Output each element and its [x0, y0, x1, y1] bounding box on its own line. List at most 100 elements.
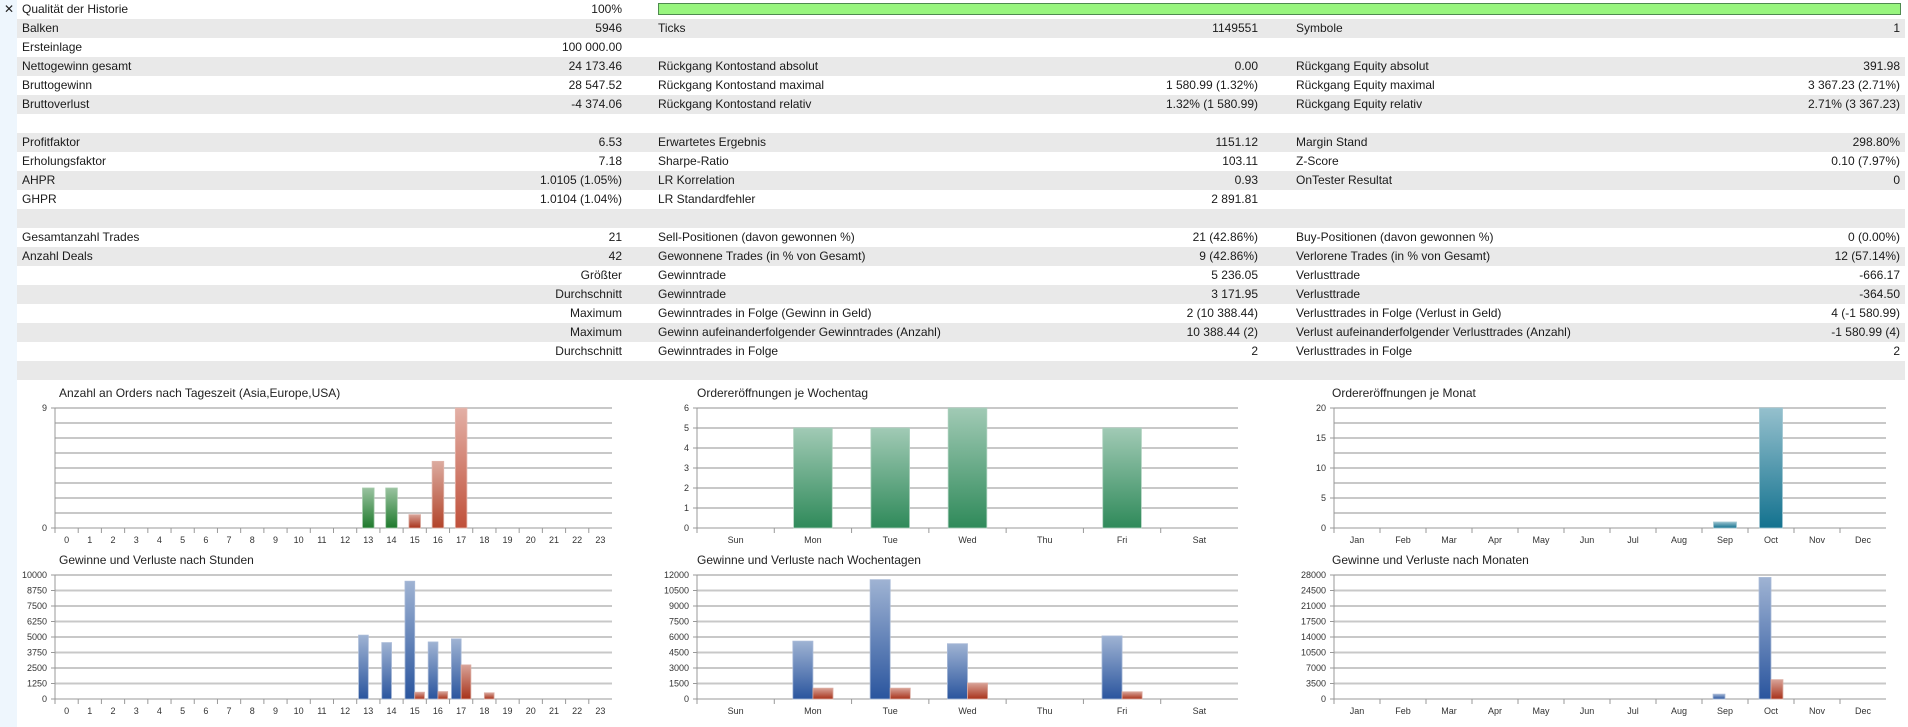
bar-Tue	[870, 427, 910, 529]
table-row: Bruttogewinn 28 547.52 Rückgang Kontostand…	[17, 76, 1905, 95]
stat-value: -1 580.99 (4)	[1831, 325, 1900, 339]
quality-value: 100%	[591, 2, 622, 16]
table-row: Bruttoverlust -4 374.06 Rückgang Kontostan…	[17, 95, 1905, 114]
stat-value: 6.53	[598, 135, 622, 149]
table-row: Maximum Gewinntrades in Folge (Gewinn in …	[17, 304, 1905, 323]
stat-label: Erwartetes Ergebnis	[658, 135, 767, 149]
x-tick-label: Sep	[1717, 535, 1733, 545]
x-tick-label: 11	[317, 535, 326, 545]
y-tick-label: 0	[42, 523, 47, 533]
bar-13	[362, 487, 375, 529]
x-tick-label: Oct	[1764, 706, 1779, 716]
stat-label: Verlusttrades in Folge (Verlust in Geld)	[1296, 306, 1502, 320]
chart-2: 0 5 10 15 20 Jan Feb Mar Apr May Jun Jul Aug Sep Oct No…	[1316, 403, 1886, 548]
stat-value: 1.0105 (1.05%)	[539, 173, 622, 187]
table-row	[17, 209, 1905, 228]
stat-value: 24 173.46	[568, 59, 622, 73]
stat-value: 7.18	[598, 154, 622, 168]
stat-label: Erholungsfaktor	[22, 154, 107, 168]
x-tick-label: 12	[340, 706, 350, 716]
bar-15-loss	[414, 691, 425, 700]
stat-label: LR Korrelation	[658, 173, 735, 187]
x-tick-label: Fri	[1117, 535, 1128, 545]
stat-value: 42	[608, 249, 622, 263]
stat-label: Gewinntrade	[658, 268, 727, 282]
y-tick-label: 4500	[669, 648, 689, 658]
chart-5: 0 3500 7000 10500 14000 17500 21000 24500 28000 J…	[1301, 570, 1886, 719]
y-tick-label: 8750	[27, 586, 47, 596]
x-tick-label: Mon	[804, 535, 822, 545]
y-tick-label: 5	[684, 423, 689, 433]
bar-14	[385, 487, 398, 529]
stat-value: 0	[1893, 173, 1900, 187]
close-x-icon[interactable]: ✕	[4, 2, 14, 17]
table-row: Gesamtanzahl Trades 21 Sell-Positionen (da…	[17, 228, 1905, 247]
bar-18-loss	[483, 692, 495, 700]
x-tick-label: 4	[157, 535, 162, 545]
table-row	[17, 114, 1905, 133]
x-tick-label: 15	[410, 535, 420, 545]
x-tick-label: Sat	[1193, 535, 1207, 545]
stat-label: Gewinntrades in Folge (Gewinn in Geld)	[658, 306, 872, 320]
stat-label: Verlusttrade	[1296, 287, 1361, 301]
y-tick-label: 3	[684, 463, 689, 473]
table-row: Balken 5946 Ticks 1149551 Symbole 1	[17, 19, 1905, 38]
x-tick-label: 7	[227, 535, 232, 545]
stat-label: Bruttoverlust	[22, 97, 90, 111]
stat-value: 1151.12	[1215, 135, 1259, 149]
bar-17-profit	[450, 638, 462, 700]
y-tick-label: 10	[1316, 463, 1326, 473]
chart-svg: 0 1500 3000 4500 6000 7500 9000 10500 12000 Sun Mo…	[664, 570, 1238, 716]
x-tick-label: 0	[64, 706, 69, 716]
stat-value: 1	[1893, 21, 1900, 35]
chart-svg: 0 5 10 15 20 Jan Feb Mar Apr May Jun Jul Aug Sep Oct No…	[1316, 403, 1886, 545]
x-tick-label: Fri	[1117, 706, 1128, 716]
x-tick-label: 13	[363, 706, 373, 716]
x-tick-label: Apr	[1488, 706, 1502, 716]
x-tick-label: Wed	[958, 535, 976, 545]
bar-Fri-profit	[1101, 635, 1123, 700]
x-tick-label: Aug	[1671, 706, 1687, 716]
stat-value: 5946	[595, 21, 622, 35]
x-tick-label: 1	[87, 706, 92, 716]
y-tick-label: 9000	[669, 601, 689, 611]
bar-Tue-loss	[889, 687, 911, 700]
y-tick-label: 7500	[27, 601, 47, 611]
bar-Fri-loss	[1121, 691, 1143, 700]
stat-value: 21 (42.86%)	[1192, 230, 1258, 244]
x-tick-label: 17	[456, 535, 466, 545]
stat-label: Verlusttrade	[1296, 268, 1361, 282]
table-row: AHPR 1.0105 (1.05%) LR Korrelation 0.93 OnTe…	[17, 171, 1905, 190]
y-tick-label: 5000	[27, 632, 47, 642]
stat-value: 10 388.44 (2)	[1186, 325, 1258, 339]
x-tick-label: Sep	[1717, 706, 1733, 716]
stat-value: 4 (-1 580.99)	[1831, 306, 1900, 320]
x-tick-label: Thu	[1037, 706, 1053, 716]
stat-label: Nettogewinn gesamt	[22, 59, 132, 73]
stat-label: Sell-Positionen (davon gewonnen %)	[658, 230, 855, 244]
stat-label: Rückgang Equity relativ	[1296, 97, 1423, 111]
chart-title: Gewinne und Verluste nach Monaten	[1332, 553, 1529, 567]
x-tick-label: Dec	[1855, 706, 1872, 716]
x-tick-label: Dec	[1855, 535, 1872, 545]
bar-17	[454, 407, 468, 529]
y-tick-label: 10500	[1301, 648, 1326, 658]
stat-label: Rückgang Kontostand maximal	[658, 78, 825, 92]
x-tick-label: Jun	[1580, 535, 1595, 545]
stat-value: -4 374.06	[571, 97, 622, 111]
stat-value: 298.80%	[1852, 135, 1900, 149]
chart-svg: 01250250037505000625075008750100000 1 2 3 4 5…	[22, 570, 612, 716]
bar-15-profit	[404, 580, 416, 700]
x-tick-label: Jul	[1627, 706, 1639, 716]
stat-label: Gewinntrade	[658, 287, 727, 301]
y-tick-label: 7500	[669, 617, 689, 627]
stat-label: LR Standardfehler	[658, 192, 756, 206]
x-tick-label: 20	[526, 706, 536, 716]
y-tick-label: 10000	[22, 570, 47, 580]
chart-svg: 0 1 2 3 4 5 6 Sun Mon Tue Wed Thu Fri Sat	[684, 403, 1238, 545]
x-tick-label: Mon	[804, 706, 822, 716]
y-tick-label: 3750	[27, 648, 47, 658]
stat-value: 0 (0.00%)	[1847, 230, 1900, 244]
stat-label: Z-Score	[1296, 154, 1339, 168]
x-tick-label: 3	[134, 706, 139, 716]
